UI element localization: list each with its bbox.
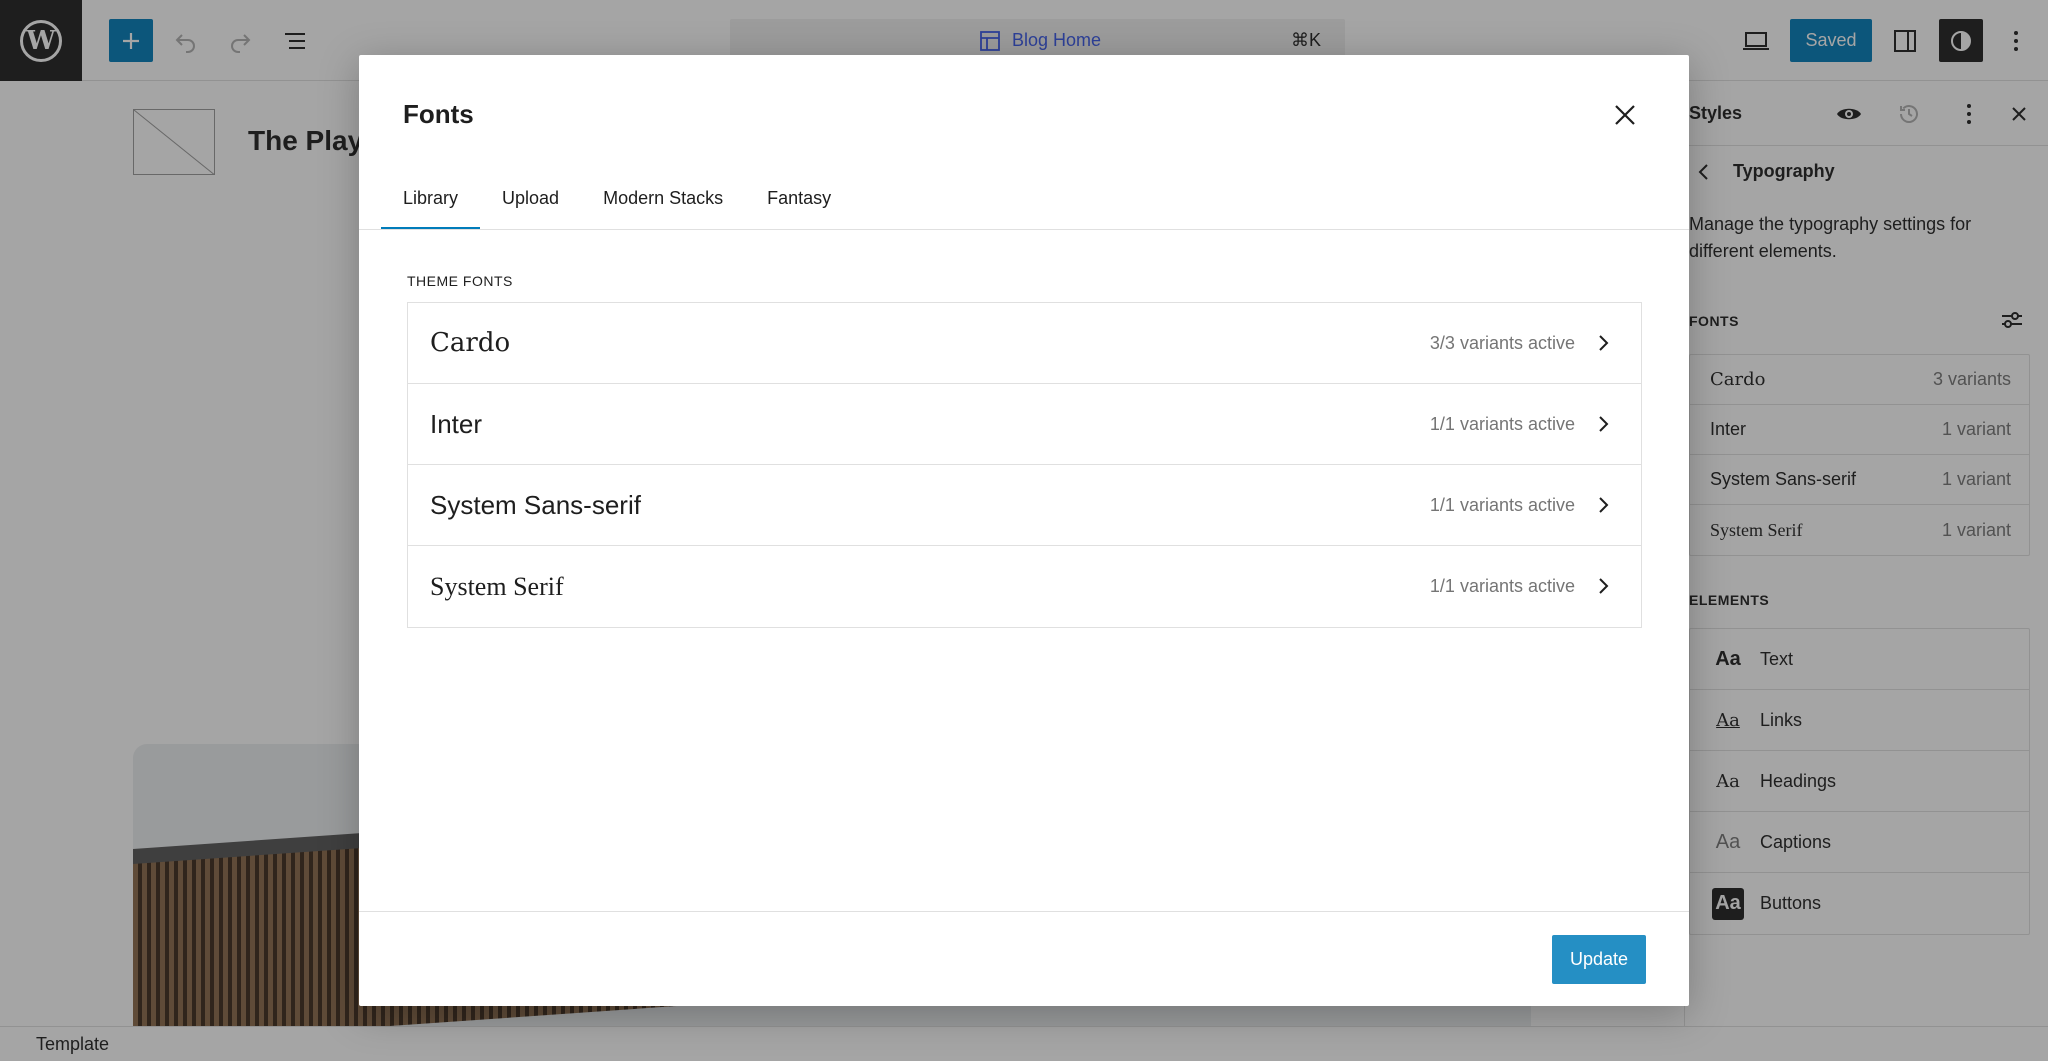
library-font-item[interactable]: System Serif 1/1 variants active [408, 546, 1641, 627]
chevron-right-icon [1587, 570, 1619, 602]
library-font-name: Inter [430, 408, 483, 439]
modal-tabs: Library Upload Modern Stacks Fantasy [381, 167, 853, 230]
tabs-divider [359, 229, 1689, 230]
theme-fonts-list: Cardo 3/3 variants active Inter 1/1 vari… [407, 302, 1642, 628]
tab-library[interactable]: Library [381, 167, 481, 230]
library-font-name: System Serif [430, 571, 564, 601]
tab-fantasy[interactable]: Fantasy [745, 167, 853, 230]
chevron-right-icon [1587, 327, 1619, 359]
library-font-status: 1/1 variants active [1429, 414, 1575, 434]
library-font-item[interactable]: System Sans-serif 1/1 variants active [408, 465, 1641, 546]
close-icon [1615, 105, 1635, 125]
modal-close-button[interactable] [1608, 98, 1642, 132]
library-font-name: System Sans-serif [430, 489, 641, 520]
modal-footer-divider [359, 911, 1689, 912]
tab-modern-stacks[interactable]: Modern Stacks [581, 167, 745, 230]
chevron-right-icon [1587, 489, 1619, 521]
modal-title: Fonts [403, 99, 474, 129]
chevron-right-icon [1587, 408, 1619, 440]
library-font-item[interactable]: Cardo 3/3 variants active [408, 303, 1641, 384]
library-font-status: 3/3 variants active [1429, 333, 1575, 353]
library-font-status: 1/1 variants active [1429, 495, 1575, 515]
library-font-item[interactable]: Inter 1/1 variants active [408, 384, 1641, 465]
theme-fonts-heading: THEME FONTS [407, 273, 513, 289]
library-font-status: 1/1 variants active [1429, 576, 1575, 596]
tab-upload[interactable]: Upload [480, 167, 581, 230]
update-button[interactable]: Update [1552, 935, 1646, 984]
fonts-modal: Fonts Library Upload Modern Stacks Fanta… [359, 55, 1689, 1006]
library-font-name: Cardo [430, 328, 511, 358]
